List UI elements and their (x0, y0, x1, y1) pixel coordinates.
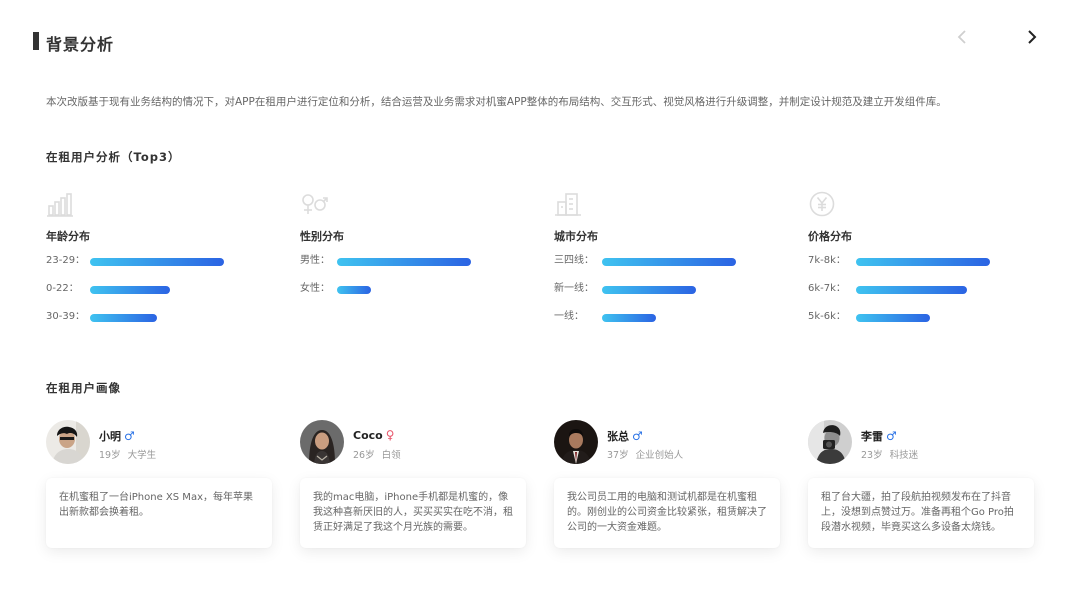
stat-group-price: 价格分布 7k-8k： 6k-7k： 5k-6k： (808, 190, 1048, 338)
persona-meta: 37岁 企业创始人 (607, 447, 683, 461)
chevron-right-icon[interactable] (1023, 28, 1041, 46)
persona-age: 26岁 (353, 450, 375, 461)
stat-bar (856, 314, 930, 322)
persona-name-text: Coco (353, 429, 383, 442)
stat-heading: 城市分布 (554, 230, 598, 243)
stat-row: 女性： (300, 282, 540, 310)
persona-tag: 企业创始人 (635, 450, 684, 461)
persona-age: 37岁 (607, 450, 629, 461)
avatar (554, 420, 598, 464)
persona-quote: 在机蜜租了一台iPhone XS Max，每年苹果出新款都会换着租。 (46, 478, 272, 548)
persona-name: 李雷 ♂ (861, 428, 897, 444)
stat-bar (602, 314, 656, 322)
stat-group-city: 城市分布 三四线： 新一线： 一线： (554, 190, 794, 338)
stat-label: 新一线： (554, 283, 594, 294)
stat-label: 三四线： (554, 255, 594, 266)
title-accent-bar (33, 32, 39, 50)
persona-tag: 白领 (381, 450, 401, 461)
persona-meta: 26岁 白领 (353, 447, 401, 461)
persona-quote: 我的mac电脑，iPhone手机都是机蜜的，像我这种喜新厌旧的人，买买买实在吃不… (300, 478, 526, 548)
stat-label: 0-22： (46, 283, 79, 294)
stat-row: 男性： (300, 254, 540, 282)
building-icon (554, 190, 582, 218)
stat-group-age: 年龄分布 23-29： 0-22： 30-39： (46, 190, 286, 338)
personas-title: 在租用户画像 (46, 381, 121, 395)
stat-label: 7k-8k： (808, 255, 846, 266)
persona-meta: 19岁 大学生 (99, 447, 156, 461)
stat-row: 23-29： (46, 254, 286, 282)
persona-name: Coco ♀ (353, 428, 395, 442)
stat-bar (337, 258, 471, 266)
stat-bar (602, 286, 696, 294)
persona-name-text: 张总 (607, 430, 629, 443)
stat-bar (90, 286, 170, 294)
persona-name-text: 小明 (99, 430, 121, 443)
persona-name-text: 李雷 (861, 430, 883, 443)
stat-row: 0-22： (46, 282, 286, 310)
persona-tag: 大学生 (127, 450, 157, 461)
stat-label: 女性： (300, 283, 330, 294)
stat-row: 5k-6k： (808, 310, 1048, 338)
persona-name: 小明 ♂ (99, 428, 135, 444)
persona-quote: 租了台大疆，拍了段航拍视频发布在了抖音上，没想到点赞过万。准备再租个Go Pro… (808, 478, 1034, 548)
stat-bar (602, 258, 736, 266)
intro-text: 本次改版基于现有业务结构的情况下，对APP在租用户进行定位和分析，结合运营及业务… (46, 96, 947, 108)
female-icon: ♀ (385, 428, 395, 442)
bar-chart-icon (46, 190, 74, 218)
avatar (300, 420, 344, 464)
stat-heading: 年龄分布 (46, 230, 90, 243)
analysis-title: 在租用户分析（Top3） (46, 150, 181, 164)
stat-label: 男性： (300, 255, 330, 266)
yen-coin-icon (808, 190, 836, 218)
stat-bar (90, 314, 157, 322)
stat-label: 5k-6k： (808, 311, 846, 322)
stat-bar (90, 258, 224, 266)
persona-age: 19岁 (99, 450, 121, 461)
persona-meta: 23岁 科技迷 (861, 447, 918, 461)
stat-label: 23-29： (46, 255, 86, 266)
persona-tag: 科技迷 (889, 450, 919, 461)
stat-label: 30-39： (46, 311, 86, 322)
male-icon: ♂ (886, 429, 897, 443)
stat-bar (337, 286, 371, 294)
male-icon: ♂ (632, 429, 643, 443)
stat-heading: 性别分布 (300, 230, 344, 243)
stat-bar (856, 286, 967, 294)
chevron-left-icon[interactable] (954, 28, 972, 46)
stat-row: 30-39： (46, 310, 286, 338)
persona-quote: 我公司员工用的电脑和测试机都是在机蜜租的。刚创业的公司资金比较紧张，租赁解决了公… (554, 478, 780, 548)
male-icon: ♂ (124, 429, 135, 443)
stat-group-gender: 性别分布 男性： 女性： (300, 190, 540, 310)
stat-heading: 价格分布 (808, 230, 852, 243)
stat-row: 7k-8k： (808, 254, 1048, 282)
stat-label: 一线： (554, 311, 584, 322)
gender-icon (300, 190, 328, 218)
stat-bar (856, 258, 990, 266)
stat-label: 6k-7k： (808, 283, 846, 294)
avatar (46, 420, 90, 464)
stat-row: 一线： (554, 310, 794, 338)
persona-name: 张总 ♂ (607, 428, 643, 444)
avatar (808, 420, 852, 464)
persona-age: 23岁 (861, 450, 883, 461)
stat-row: 6k-7k： (808, 282, 1048, 310)
page-title: 背景分析 (46, 35, 115, 54)
stat-row: 新一线： (554, 282, 794, 310)
stat-row: 三四线： (554, 254, 794, 282)
